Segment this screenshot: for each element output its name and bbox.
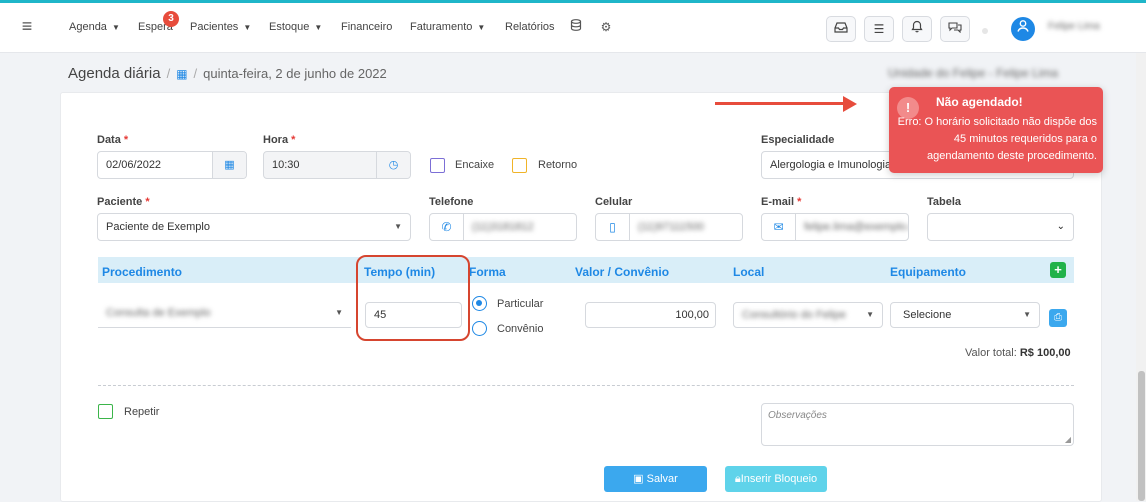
- hora-field[interactable]: 10:30 ◷: [263, 151, 411, 179]
- menu-icon[interactable]: ≡: [17, 16, 37, 36]
- encaixe-label: Encaixe: [455, 159, 495, 171]
- retorno-label: Retorno: [538, 159, 578, 171]
- data-label: Data *: [97, 134, 129, 146]
- telefone-label: Telefone: [429, 196, 474, 208]
- equipamento-select[interactable]: Selecione ▼: [890, 302, 1040, 328]
- caret-down-icon: ▼: [1023, 310, 1031, 319]
- especialidade-label: Especialidade: [761, 134, 835, 146]
- annotation-highlight-box: [356, 255, 470, 341]
- insert-block-button[interactable]: 🔒︎Inserir Bloqueio: [725, 466, 827, 492]
- breadcrumb-separator: /: [193, 66, 198, 81]
- data-field[interactable]: 02/06/2022 ▦: [97, 151, 247, 179]
- encaixe-checkbox[interactable]: [430, 158, 445, 173]
- caret-down-icon: ▼: [243, 23, 252, 32]
- col-forma: Forma: [469, 265, 506, 279]
- espera-count-badge: 3: [163, 11, 179, 27]
- user-name[interactable]: Felipe Lima: [1048, 21, 1100, 32]
- bell-icon[interactable]: [902, 16, 932, 42]
- col-local: Local: [733, 265, 765, 279]
- paciente-label: Paciente *: [97, 196, 150, 208]
- email-label: E-mail *: [761, 196, 802, 208]
- print-icon[interactable]: ⎙: [1049, 309, 1067, 327]
- nav-item-agenda[interactable]: Agenda ▼: [69, 17, 120, 37]
- col-procedimento: Procedimento: [102, 265, 183, 279]
- caret-down-icon: ▼: [314, 23, 323, 32]
- procedimento-select[interactable]: Consulta de Exemplo ▼: [98, 300, 351, 328]
- tabela-select[interactable]: ⌄: [927, 213, 1074, 241]
- settings-icon[interactable]: ⚙: [596, 17, 616, 37]
- calendar-icon[interactable]: ▦: [212, 152, 246, 178]
- forma-convenio-label: Convênio: [497, 323, 544, 335]
- floppy-icon: ▣: [633, 473, 644, 485]
- toast-title: Não agendado!: [936, 95, 1023, 109]
- caret-down-icon: ▼: [477, 23, 486, 32]
- user-avatar-icon[interactable]: [1011, 17, 1035, 41]
- save-button[interactable]: ▣ Salvar: [604, 466, 707, 492]
- inbox-icon[interactable]: [826, 16, 856, 42]
- paciente-select[interactable]: Paciente de Exemplo ▼: [97, 213, 411, 241]
- unit-selector[interactable]: Unidade do Felipe - Felipe Lima: [888, 66, 1058, 80]
- col-valor: Valor / Convênio: [575, 265, 670, 279]
- annotation-arrow-head: [843, 96, 857, 112]
- breadcrumb: Agenda diária / ▦ / quinta-feira, 2 de junho…: [68, 62, 387, 86]
- caret-down-icon: ▼: [335, 308, 343, 317]
- nav-item-financeiro[interactable]: Financeiro: [341, 17, 392, 37]
- forma-particular-radio[interactable]: [472, 296, 487, 311]
- page-title: Agenda diária: [68, 65, 161, 82]
- add-procedure-button[interactable]: +: [1050, 262, 1066, 278]
- valor-input[interactable]: 100,00: [585, 302, 716, 328]
- celular-field[interactable]: ▯ (11)97111500: [595, 213, 743, 241]
- status-indicator: [982, 28, 988, 34]
- toast-message: Erro: O horário solicitado não dispõe do…: [897, 116, 1097, 162]
- col-equipamento: Equipamento: [890, 265, 967, 279]
- repetir-label: Repetir: [124, 406, 160, 418]
- retorno-checkbox[interactable]: [512, 158, 527, 173]
- celular-label: Celular: [595, 196, 633, 208]
- nav-item-relatorios[interactable]: Relatórios: [505, 17, 555, 37]
- chevron-down-icon: ⌄: [1056, 221, 1065, 232]
- tabela-label: Tabela: [927, 196, 962, 208]
- annotation-arrow: [715, 102, 845, 105]
- mobile-icon: ▯: [596, 214, 630, 240]
- nav-item-faturamento[interactable]: Faturamento ▼: [410, 17, 485, 37]
- nav-item-estoque[interactable]: Estoque ▼: [269, 17, 322, 37]
- clock-icon[interactable]: ◷: [376, 152, 410, 178]
- caret-down-icon: ▼: [394, 222, 402, 231]
- calendar-icon: ▦: [176, 67, 188, 81]
- email-field[interactable]: ✉ felipe.lima@exemplo.com: [761, 213, 909, 241]
- nav-item-pacientes[interactable]: Pacientes ▼: [190, 17, 251, 37]
- resize-grip-icon[interactable]: ◢: [1065, 435, 1071, 444]
- forma-convenio-radio[interactable]: [472, 321, 487, 336]
- current-date: quinta-feira, 2 de junho de 2022: [203, 66, 387, 81]
- repetir-checkbox[interactable]: [98, 404, 113, 419]
- chat-icon[interactable]: [940, 16, 970, 42]
- breadcrumb-separator: /: [166, 66, 171, 81]
- telefone-field[interactable]: ✆ (11)3181812: [429, 213, 577, 241]
- scrollbar-thumb[interactable]: [1138, 371, 1145, 501]
- valor-total: Valor total: R$ 100,00: [965, 347, 1071, 359]
- observacoes-textarea[interactable]: Observações ◢: [761, 403, 1074, 446]
- section-divider: [98, 385, 1074, 386]
- local-select[interactable]: Consultório do Felipe ▼: [733, 302, 883, 328]
- hora-label: Hora *: [263, 134, 296, 146]
- forma-particular-label: Particular: [497, 298, 544, 310]
- caret-down-icon: ▼: [866, 310, 874, 319]
- envelope-icon: ✉: [762, 214, 796, 240]
- caret-down-icon: ▼: [111, 23, 120, 32]
- error-toast[interactable]: ! Não agendado! Erro: O horário solicita…: [889, 87, 1103, 173]
- top-navbar: ≡ Agenda ▼ Espera 3 Pacientes ▼ Estoque ▼ F…: [0, 3, 1146, 53]
- checklist-icon[interactable]: ☰: [864, 16, 894, 42]
- database-icon[interactable]: [566, 17, 586, 37]
- phone-icon: ✆: [430, 214, 464, 240]
